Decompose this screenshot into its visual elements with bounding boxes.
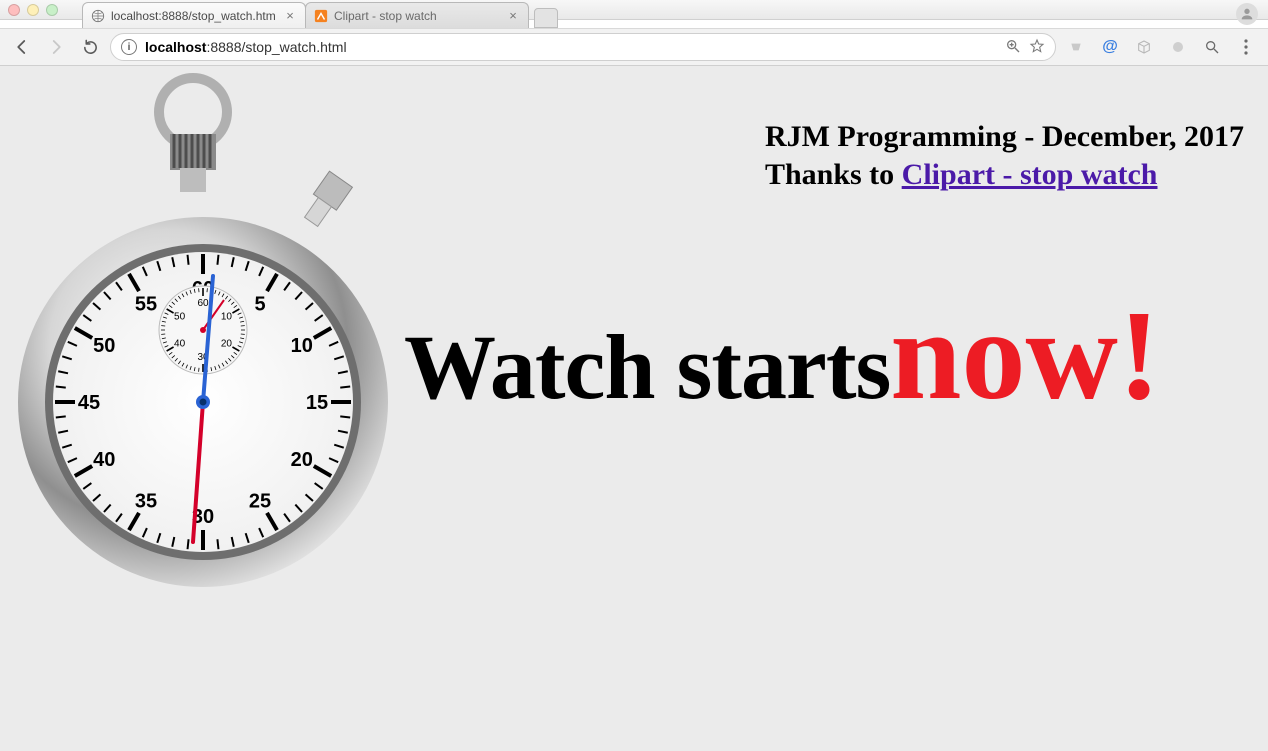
forward-button[interactable]	[42, 33, 70, 61]
svg-text:25: 25	[249, 491, 271, 513]
arrow-left-icon	[13, 38, 31, 56]
svg-text:20: 20	[291, 449, 313, 471]
svg-text:55: 55	[135, 293, 157, 315]
reload-icon	[82, 39, 99, 56]
svg-text:5: 5	[254, 293, 265, 315]
svg-text:10: 10	[291, 335, 313, 357]
extension-cube-icon[interactable]	[1130, 33, 1158, 61]
profile-avatar[interactable]	[1236, 3, 1258, 25]
credit-line1: RJM Programming - December, 2017	[765, 118, 1244, 156]
stopwatch-image: 60510152025303540455055 601020304050	[18, 72, 388, 612]
headline-black: Watch starts	[404, 314, 890, 420]
tab-close-button[interactable]: ×	[283, 9, 297, 23]
extension-dot-icon[interactable]	[1164, 33, 1192, 61]
tab-close-button[interactable]: ×	[506, 9, 520, 23]
window-zoom-button[interactable]	[46, 4, 58, 16]
svg-text:60: 60	[197, 298, 209, 309]
window-minimize-button[interactable]	[27, 4, 39, 16]
url-text: localhost:8888/stop_watch.html	[145, 39, 347, 55]
headline-red: now!	[890, 282, 1160, 429]
tab-title: Clipart - stop watch	[334, 9, 500, 23]
svg-text:50: 50	[93, 335, 115, 357]
credit-block: RJM Programming - December, 2017 Thanks …	[765, 118, 1244, 193]
search-icon[interactable]	[1198, 33, 1226, 61]
globe-icon	[91, 9, 105, 23]
toolbar-right-icons: @	[1062, 33, 1260, 61]
credit-line2: Thanks to Clipart - stop watch	[765, 156, 1244, 194]
page-content: RJM Programming - December, 2017 Thanks …	[0, 66, 1268, 751]
svg-text:45: 45	[78, 392, 100, 414]
extension-at-icon[interactable]: @	[1096, 33, 1124, 61]
menu-button[interactable]	[1232, 33, 1260, 61]
bookmark-star-icon[interactable]	[1029, 38, 1045, 57]
zoom-icon[interactable]	[1005, 38, 1021, 57]
tab-inactive[interactable]: Clipart - stop watch ×	[305, 2, 529, 28]
svg-text:50: 50	[174, 312, 186, 323]
user-icon	[1239, 6, 1255, 22]
window-close-button[interactable]	[8, 4, 20, 16]
svg-text:15: 15	[306, 392, 328, 414]
svg-text:40: 40	[174, 339, 186, 350]
svg-text:20: 20	[221, 339, 233, 350]
tab-strip: localhost:8888/stop_watch.htm × Clipart …	[82, 0, 558, 28]
browser-toolbar: i localhost:8888/stop_watch.html @	[0, 28, 1268, 66]
clipart-favicon-icon	[314, 9, 328, 23]
tab-active[interactable]: localhost:8888/stop_watch.htm ×	[82, 2, 306, 28]
arrow-right-icon	[47, 38, 65, 56]
site-info-icon[interactable]: i	[121, 39, 137, 55]
svg-text:10: 10	[221, 312, 233, 323]
reload-button[interactable]	[76, 33, 104, 61]
svg-text:35: 35	[135, 491, 157, 513]
tab-title: localhost:8888/stop_watch.htm	[111, 9, 277, 23]
svg-text:40: 40	[93, 449, 115, 471]
new-tab-button[interactable]	[534, 8, 558, 28]
address-bar[interactable]: i localhost:8888/stop_watch.html	[110, 33, 1056, 61]
credit-link[interactable]: Clipart - stop watch	[902, 158, 1158, 191]
back-button[interactable]	[8, 33, 36, 61]
extension-icon[interactable]	[1062, 33, 1090, 61]
